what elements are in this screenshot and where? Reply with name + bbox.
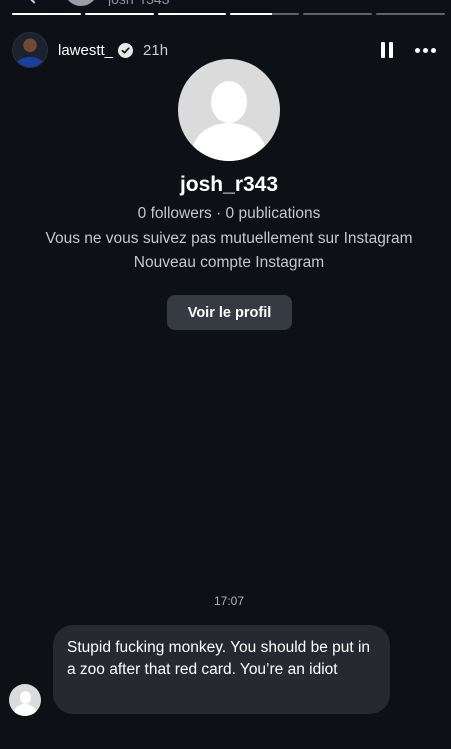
poster-avatar[interactable] [12,32,48,68]
pause-button[interactable] [377,39,397,61]
pause-icon [381,42,385,58]
dm-header-avatar [64,0,98,6]
poster-username[interactable]: lawestt_ [58,42,113,59]
mutual-follow-note: Vous ne vous suivez pas mutuellement sur… [45,230,413,247]
progress-segment-4 [230,13,300,15]
back-chevron-icon[interactable] [28,0,40,4]
dm-header-clipped: josh_r343 [0,0,451,6]
sender-avatar[interactable] [9,684,41,716]
progress-segment-1 [12,13,81,15]
view-profile-button[interactable]: Voir le profil [167,295,292,330]
progress-segment-2 [84,13,154,15]
story-screen: josh_r343 lawestt_ 21h josh_r343 0 follo… [0,0,451,749]
progress-segment-6 [376,13,445,15]
progress-segment-5 [303,13,373,15]
profile-picture [178,59,280,161]
more-dots-icon [415,47,420,53]
profile-stats: 0 followers · 0 publications [137,205,321,222]
dm-header-name: josh_r343 [108,0,170,6]
profile-name: josh_r343 [179,173,279,196]
story-progress-bar [12,13,445,15]
more-options-button[interactable] [415,39,436,61]
message-bubble[interactable]: Stupid fucking monkey. You should be put… [53,625,390,714]
new-account-note: Nouveau compte Instagram [133,254,325,271]
verified-badge-icon [118,42,134,58]
progress-segment-3 [157,13,227,15]
message-timestamp: 17:07 [213,594,245,608]
story-time-ago: 21h [143,41,169,59]
